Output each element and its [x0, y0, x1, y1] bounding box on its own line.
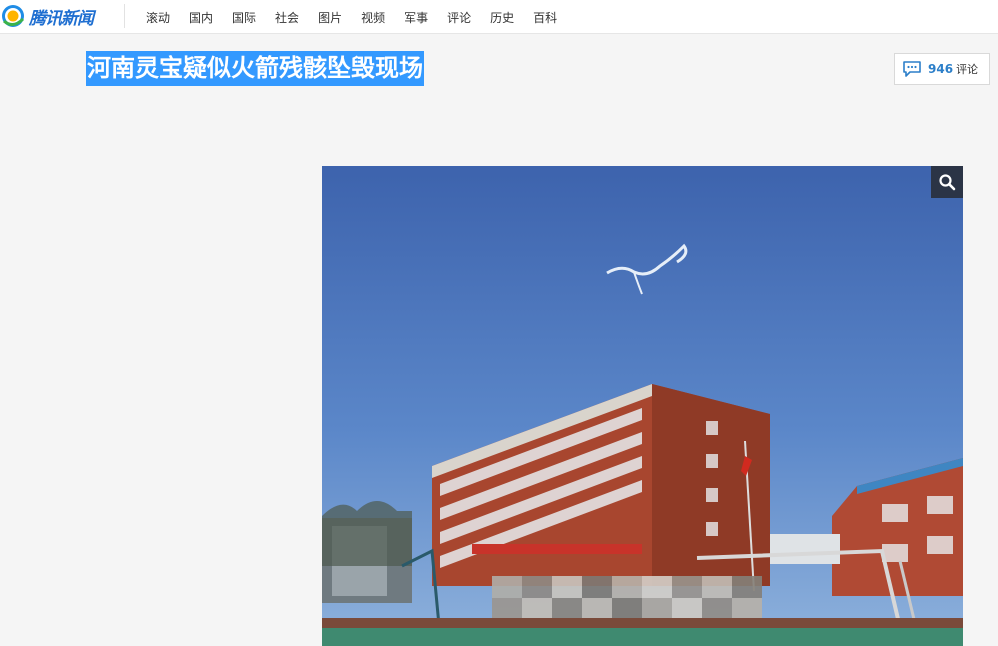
comment-count-button[interactable]: 946 评论	[894, 53, 990, 85]
nav-item-guoji[interactable]: 国际	[232, 9, 256, 26]
nav-item-shipin[interactable]: 视频	[361, 9, 385, 26]
nav-item-pinglun[interactable]: 评论	[447, 9, 471, 26]
site-logo[interactable]: 腾讯新闻	[0, 2, 94, 30]
zoom-button[interactable]	[931, 166, 963, 198]
nav-item-lishi[interactable]: 历史	[490, 9, 514, 26]
article-photo[interactable]	[322, 166, 963, 646]
nav-item-junshi[interactable]: 军事	[404, 9, 428, 26]
comment-bubble-icon	[903, 61, 921, 77]
nav-item-guonei[interactable]: 国内	[189, 9, 213, 26]
tencent-news-logo-icon	[2, 5, 25, 27]
channel-nav: 滚动 国内 国际 社会 图片 视频 军事 评论 历史 百科	[146, 0, 576, 34]
nav-item-shehui[interactable]: 社会	[275, 9, 299, 26]
search-icon	[939, 174, 956, 191]
photo-school-building-sky	[322, 166, 963, 646]
comment-count: 946	[928, 62, 954, 76]
nav-item-tupian[interactable]: 图片	[318, 9, 342, 26]
nav-item-gundong[interactable]: 滚动	[146, 9, 170, 26]
nav-item-baike[interactable]: 百科	[533, 9, 557, 26]
top-nav-bar: 腾讯新闻 滚动 国内 国际 社会 图片 视频 军事 评论 历史 百科	[0, 0, 998, 34]
article-title: 河南灵宝疑似火箭残骸坠毁现场	[86, 51, 424, 86]
comment-label: 评论	[956, 63, 979, 76]
site-logo-text: 腾讯新闻	[29, 8, 94, 29]
nav-divider	[124, 4, 125, 28]
